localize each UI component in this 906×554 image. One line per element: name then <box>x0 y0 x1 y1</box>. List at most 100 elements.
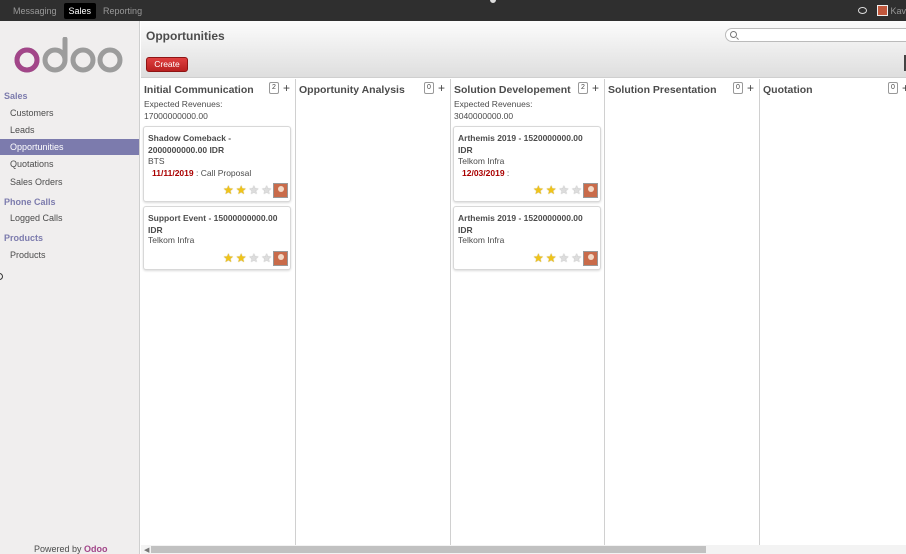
powered-by-brand[interactable]: Odoo <box>84 544 108 554</box>
sidebar-item-sales-orders[interactable]: Sales Orders <box>0 174 139 190</box>
salesperson-avatar <box>273 251 288 266</box>
star-empty-icon[interactable]: ★ <box>248 252 259 264</box>
card-next-action: : Call Proposal <box>193 168 252 178</box>
card-title: Arthemis 2019 - 1520000000.00 IDR <box>458 133 583 155</box>
column-count-badge: 0 <box>424 82 434 94</box>
column-title[interactable]: Initial Communication <box>144 84 254 96</box>
column-revenue: Expected Revenues: 17000000000.00 <box>144 98 222 122</box>
column-count-badge: 2 <box>578 82 588 94</box>
sidebar: Sales Customers Leads Opportunities Quot… <box>0 21 140 554</box>
kanban-column-opportunity-analysis: Opportunity Analysis 0 + <box>296 79 451 545</box>
search-input[interactable] <box>725 28 906 42</box>
card-date: 12/03/2019 <box>462 168 505 178</box>
opportunity-card[interactable]: Shadow Comeback - 2000000000.00 IDR BTS … <box>143 126 291 202</box>
column-count-badge: 0 <box>733 82 743 94</box>
column-add-button[interactable]: + <box>283 82 290 94</box>
star-empty-icon[interactable]: ★ <box>248 184 259 196</box>
column-count-badge: 0 <box>888 82 898 94</box>
sidebar-item-customers[interactable]: Customers <box>0 105 139 121</box>
salesperson-avatar <box>583 251 598 266</box>
star-icon[interactable]: ★ <box>533 184 544 196</box>
sidebar-section-products: Products <box>4 233 44 243</box>
user-avatar[interactable] <box>877 5 889 16</box>
search-icon <box>730 31 737 38</box>
card-partner: Telkom Infra <box>458 156 505 166</box>
sidebar-item-logged-calls[interactable]: Logged Calls <box>0 210 139 226</box>
star-icon[interactable]: ★ <box>223 184 234 196</box>
column-add-button[interactable]: + <box>438 82 445 94</box>
odoo-logo[interactable] <box>14 37 124 77</box>
menu-sales[interactable]: Sales <box>63 2 97 19</box>
card-date: 11/11/2019 <box>152 168 194 178</box>
star-icon[interactable]: ★ <box>236 184 247 196</box>
card-partner: Telkom Infra <box>148 235 195 245</box>
horizontal-scrollbar[interactable]: ◀ <box>141 545 906 554</box>
star-empty-icon[interactable]: ★ <box>558 184 569 196</box>
powered-by-text: Powered by <box>34 544 82 554</box>
star-icon[interactable]: ★ <box>546 184 557 196</box>
star-icon[interactable]: ★ <box>546 252 557 264</box>
kanban-column-initial-communication: Initial Communication 2 + Expected Reven… <box>141 79 296 545</box>
scrollbar-thumb[interactable] <box>151 546 706 553</box>
user-name[interactable]: Kav <box>890 6 906 16</box>
scroll-left-icon[interactable]: ◀ <box>144 546 149 554</box>
powered-by: Powered by Odoo <box>34 544 108 554</box>
column-title[interactable]: Quotation <box>763 84 813 96</box>
column-count-badge: 2 <box>269 82 279 94</box>
page-title: Opportunities <box>146 29 225 43</box>
card-next-action: : <box>504 168 510 178</box>
sidebar-item-quotations[interactable]: Quotations <box>0 156 139 172</box>
window-notch <box>488 0 498 5</box>
star-empty-icon[interactable]: ★ <box>261 184 272 196</box>
priority-stars[interactable]: ★ ★ ★ ★ <box>531 184 582 196</box>
card-title: Shadow Comeback - 2000000000.00 IDR <box>148 133 232 155</box>
star-icon[interactable]: ★ <box>223 252 234 264</box>
salesperson-avatar <box>273 183 288 198</box>
kanban-column-quotation: Quotation 0 + <box>760 79 906 545</box>
kanban-board: Initial Communication 2 + Expected Reven… <box>141 79 906 545</box>
opportunity-card[interactable]: Support Event - 15000000000.00 IDR Telko… <box>143 206 291 270</box>
priority-stars[interactable]: ★ ★ ★ ★ <box>221 184 272 196</box>
menu-reporting[interactable]: Reporting <box>98 3 147 19</box>
user-area: Kav <box>858 0 906 21</box>
star-icon[interactable]: ★ <box>533 252 544 264</box>
card-title: Arthemis 2019 - 1520000000.00 IDR <box>458 213 583 235</box>
priority-stars[interactable]: ★ ★ ★ ★ <box>221 252 272 264</box>
card-deadline: 12/03/2019 : <box>462 168 509 178</box>
sidebar-section-sales: Sales <box>4 91 28 101</box>
column-add-button[interactable]: + <box>902 82 906 94</box>
card-title: Support Event - 15000000000.00 IDR <box>148 213 278 235</box>
sidebar-item-products[interactable]: Products <box>0 247 139 263</box>
chat-icon[interactable] <box>858 7 868 14</box>
kanban-column-solution-developement: Solution Developement 2 + Expected Reven… <box>451 79 605 545</box>
top-menu: Messaging Sales Reporting <box>8 0 149 21</box>
create-button[interactable]: Create <box>146 57 188 72</box>
card-partner: BTS <box>148 156 165 166</box>
priority-stars[interactable]: ★ ★ ★ ★ <box>531 252 582 264</box>
kanban-column-solution-presentation: Solution Presentation 0 + <box>605 79 760 545</box>
sidebar-section-phone-calls: Phone Calls <box>4 197 56 207</box>
column-title[interactable]: Opportunity Analysis <box>299 84 405 96</box>
star-empty-icon[interactable]: ★ <box>571 184 582 196</box>
menu-messaging[interactable]: Messaging <box>8 3 62 19</box>
revenue-value: 3040000000.00 <box>454 111 514 121</box>
opportunity-card[interactable]: Arthemis 2019 - 1520000000.00 IDR Telkom… <box>453 206 601 270</box>
opportunity-card[interactable]: Arthemis 2019 - 1520000000.00 IDR Telkom… <box>453 126 601 202</box>
column-title[interactable]: Solution Presentation <box>608 84 717 96</box>
column-title[interactable]: Solution Developement <box>454 84 571 96</box>
card-deadline: 11/11/2019 : Call Proposal <box>152 168 251 178</box>
column-add-button[interactable]: + <box>747 82 754 94</box>
star-icon[interactable]: ★ <box>236 252 247 264</box>
column-revenue: Expected Revenues: 3040000000.00 <box>454 98 532 122</box>
column-add-button[interactable]: + <box>592 82 599 94</box>
edge-marker <box>0 273 3 280</box>
star-empty-icon[interactable]: ★ <box>261 252 272 264</box>
top-navbar: Messaging Sales Reporting Kav <box>0 0 906 21</box>
sidebar-item-opportunities[interactable]: Opportunities <box>0 139 139 155</box>
star-empty-icon[interactable]: ★ <box>571 252 582 264</box>
revenue-label: Expected Revenues: <box>454 99 533 109</box>
star-empty-icon[interactable]: ★ <box>558 252 569 264</box>
revenue-value: 17000000000.00 <box>144 111 208 121</box>
card-partner: Telkom Infra <box>458 235 505 245</box>
sidebar-item-leads[interactable]: Leads <box>0 122 139 138</box>
